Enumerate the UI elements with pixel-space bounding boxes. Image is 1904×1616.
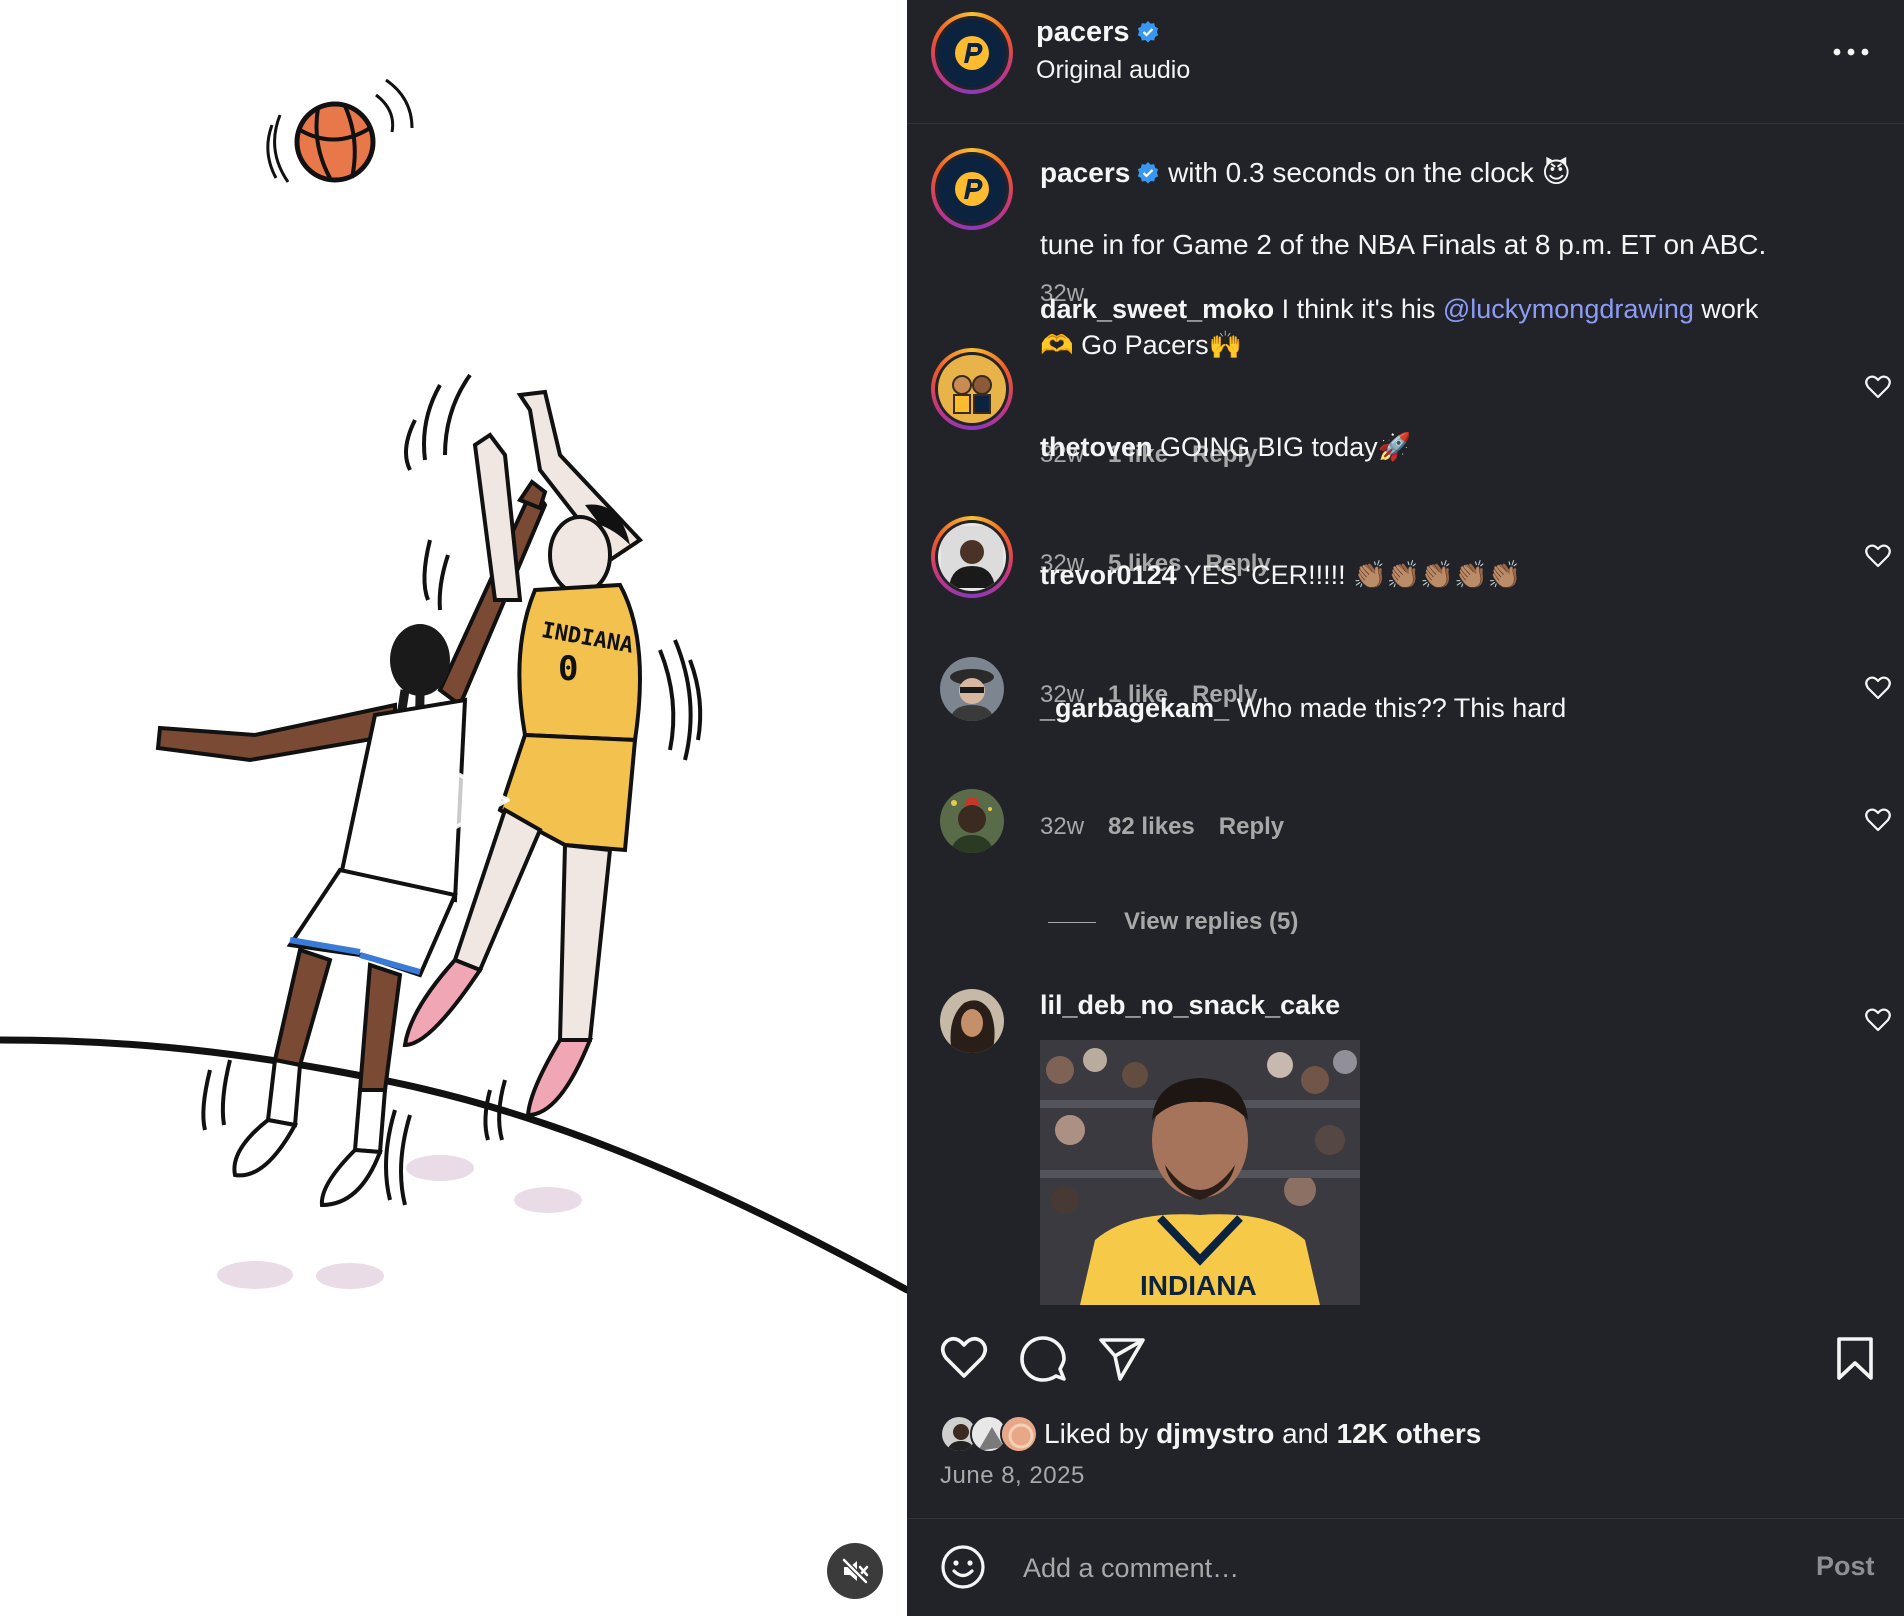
comment-body: lil_deb_no_snack_cake bbox=[1040, 987, 1820, 1023]
pacers-logo-icon bbox=[955, 36, 989, 70]
verified-badge-icon bbox=[1138, 162, 1159, 184]
comment-text: 🫶 Go Pacers🙌 bbox=[1040, 330, 1243, 360]
caption-avatar[interactable] bbox=[931, 148, 1013, 230]
comment-avatar[interactable] bbox=[940, 989, 1004, 1053]
comments-list[interactable]: pacers with 0.3 seconds on the clock 😈 t… bbox=[907, 125, 1904, 1305]
comment-likes[interactable]: 82 likes bbox=[1108, 813, 1195, 841]
comment-avatar[interactable] bbox=[940, 789, 1004, 853]
caption-emoji: 😈 bbox=[1541, 157, 1571, 188]
comment-body: trevor0124 YES ‘CER!!!!! 👏🏽👏🏽👏🏽👏🏽👏🏽 bbox=[1040, 557, 1820, 593]
comment-body: thetoven GOING BIG today🚀 bbox=[1040, 429, 1820, 465]
author-name[interactable]: pacers bbox=[1036, 16, 1160, 49]
liked-by-user[interactable]: djmystro bbox=[1156, 1418, 1274, 1450]
caption-line2: tune in for Game 2 of the NBA Finals at … bbox=[1040, 229, 1767, 260]
play-icon[interactable] bbox=[388, 735, 518, 865]
comment-gif[interactable]: INDIANA bbox=[1040, 1040, 1360, 1305]
post-media[interactable]: INDIANA 0 bbox=[0, 0, 907, 1616]
avatar-photo-icon bbox=[940, 657, 1004, 721]
avatar-photo-icon bbox=[940, 789, 1004, 853]
author-username[interactable]: pacers bbox=[1036, 16, 1130, 48]
liker-avatar bbox=[1000, 1415, 1038, 1453]
reply-button[interactable]: Reply bbox=[1219, 813, 1284, 841]
pacers-logo-icon bbox=[955, 172, 989, 206]
post-side-panel: pacers Original audio pacers with 0.3 se… bbox=[907, 0, 1904, 1616]
comment-meta: 32w 82 likes Reply bbox=[1040, 813, 1284, 841]
comment-username[interactable]: thetoven bbox=[1040, 432, 1153, 462]
mention-link[interactable]: @luckymongdrawing bbox=[1443, 294, 1694, 324]
comment-bubble-icon[interactable] bbox=[1020, 1336, 1066, 1382]
more-horizontal-icon[interactable] bbox=[1833, 48, 1869, 56]
comment-username[interactable]: _garbagekam_ bbox=[1040, 693, 1229, 723]
caption-username[interactable]: pacers bbox=[1040, 157, 1130, 188]
bookmark-icon[interactable] bbox=[1835, 1336, 1875, 1382]
verified-badge-icon bbox=[1137, 21, 1158, 43]
gif-player-image: INDIANA bbox=[1040, 1040, 1360, 1305]
comment-text: GOING BIG today🚀 bbox=[1160, 432, 1412, 462]
smiley-icon[interactable] bbox=[940, 1544, 986, 1590]
liked-by-prefix: Liked by bbox=[1044, 1418, 1149, 1449]
liked-by-middle: and bbox=[1282, 1418, 1329, 1449]
heart-icon[interactable] bbox=[1865, 544, 1891, 568]
basketball bbox=[266, 78, 414, 183]
comment-text: I think it's his bbox=[1281, 294, 1436, 324]
view-replies-button[interactable]: View replies (5) bbox=[1048, 908, 1298, 936]
comment-username[interactable]: lil_deb_no_snack_cake bbox=[1040, 990, 1340, 1020]
comment-text: work bbox=[1701, 294, 1759, 324]
caption-line1: with 0.3 seconds on the clock bbox=[1168, 157, 1534, 188]
heart-icon[interactable] bbox=[1865, 676, 1891, 700]
avatar-photo-icon bbox=[940, 989, 1004, 1053]
comment-body: _garbagekam_ Who made this?? This hard bbox=[1040, 690, 1820, 726]
comment-avatar[interactable] bbox=[940, 657, 1004, 721]
comment-composer: Post bbox=[907, 1518, 1904, 1616]
speaker-muted-icon bbox=[842, 1558, 869, 1584]
comment-username[interactable]: trevor0124 bbox=[1040, 560, 1177, 590]
mute-button[interactable] bbox=[827, 1543, 883, 1599]
avatar-photo-icon bbox=[941, 526, 1003, 588]
jersey-number: 0 bbox=[558, 649, 578, 689]
replies-divider bbox=[1048, 921, 1096, 923]
heart-icon[interactable] bbox=[940, 1336, 988, 1380]
post-comment-button[interactable]: Post bbox=[1816, 1551, 1875, 1582]
paper-plane-icon[interactable] bbox=[1098, 1336, 1146, 1382]
post-header: pacers Original audio bbox=[907, 0, 1904, 124]
liked-by-others[interactable]: 12K others bbox=[1337, 1418, 1482, 1450]
comment-input[interactable] bbox=[1021, 1545, 1671, 1591]
comment-text: Who made this?? This hard bbox=[1236, 693, 1567, 723]
comment-age: 32w bbox=[1040, 813, 1085, 840]
author-avatar[interactable] bbox=[931, 12, 1013, 94]
heart-icon[interactable] bbox=[1865, 808, 1891, 832]
caption: pacers with 0.3 seconds on the clock 😈 bbox=[1040, 155, 1820, 191]
comment-text: YES ‘CER!!!!! 👏🏽👏🏽👏🏽👏🏽👏🏽 bbox=[1183, 560, 1522, 590]
post-actions: Liked by djmystro and 12K others June 8,… bbox=[907, 1306, 1904, 1517]
post-date[interactable]: June 8, 2025 bbox=[940, 1462, 1085, 1490]
comment-avatar[interactable] bbox=[931, 348, 1013, 430]
gif-jersey-text: INDIANA bbox=[1140, 1270, 1257, 1301]
heart-icon[interactable] bbox=[1865, 1008, 1891, 1032]
likes-summary[interactable]: Liked by djmystro and 12K others bbox=[940, 1413, 1481, 1455]
comment-username[interactable]: dark_sweet_moko bbox=[1040, 294, 1274, 324]
heart-icon[interactable] bbox=[1865, 375, 1891, 399]
comment-body: dark_sweet_moko I think it's his @luckym… bbox=[1040, 291, 1820, 363]
view-replies-label[interactable]: View replies (5) bbox=[1124, 908, 1298, 936]
audio-label[interactable]: Original audio bbox=[1036, 56, 1190, 85]
liker-avatars bbox=[940, 1413, 1042, 1455]
avatar-cartoon-icon bbox=[942, 359, 1002, 419]
comment-avatar[interactable] bbox=[931, 516, 1013, 598]
